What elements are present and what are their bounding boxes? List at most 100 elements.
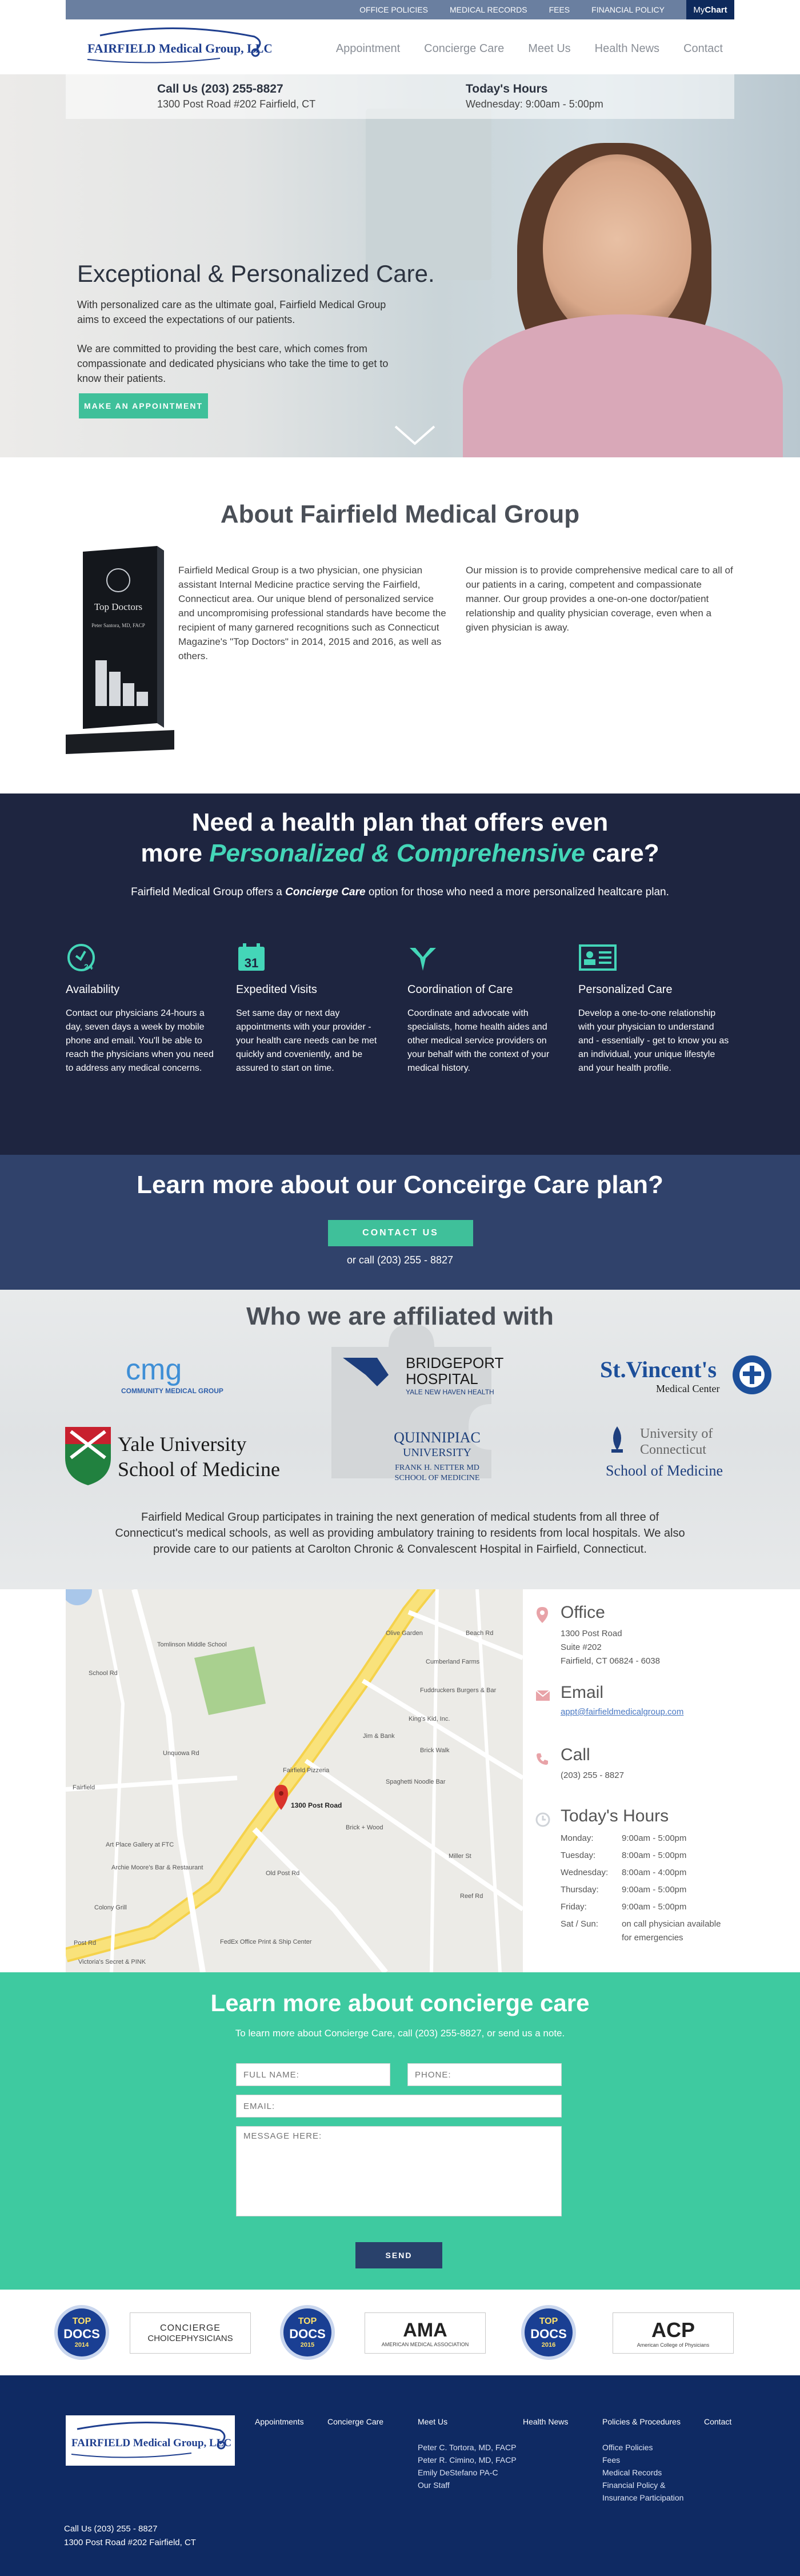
nav-concierge-care[interactable]: Concierge Care (424, 42, 504, 55)
footer-link-our-staff[interactable]: Our Staff (418, 2479, 517, 2491)
nav-meet-us[interactable]: Meet Us (528, 42, 570, 55)
about-text-left: Fairfield Medical Group is a two physici… (178, 565, 446, 661)
map-label-jim: Jim & Bank (363, 1733, 395, 1740)
phone-input[interactable] (407, 2063, 562, 2086)
hero-paragraph-2: We are committed to providing the best c… (77, 343, 389, 384)
hours-day: Tuesday: (561, 1851, 596, 1860)
bridgeport-line2: HOSPITAL (406, 1370, 478, 1387)
badge-year: 2015 (300, 2342, 315, 2348)
quinnipiac-logo[interactable]: QUINNIPIAC UNIVERSITY FRANK H. NETTER MD… (377, 1426, 497, 1489)
about-title: About Fairfield Medical Group (220, 500, 580, 528)
hours-time: 8:00am - 4:00pm (622, 1868, 687, 1877)
call-phone: (203) 255 - 8827 (561, 1770, 624, 1780)
main-nav: Appointment Concierge Care Meet Us Healt… (336, 42, 723, 55)
footer-link-policies[interactable]: Policies & Procedures (602, 2417, 681, 2426)
feature-desc: Coordinate and advocate with specialists… (407, 1008, 550, 1073)
mychart-button[interactable]: My Chart (686, 0, 734, 19)
email-input[interactable] (236, 2095, 562, 2118)
hero-hours-label: Today's Hours (466, 82, 548, 95)
concierge-choice-2: CHOICEPHYSICIANS (147, 2333, 233, 2343)
affiliations-title: Who we are affiliated with (246, 1302, 554, 1330)
feature-desc: Develop a one-to-one relationship with y… (578, 1008, 729, 1073)
message-textarea[interactable] (236, 2126, 562, 2216)
hero-paragraph-1: With personalized care as the ultimate g… (77, 299, 386, 325)
financial-policy-link[interactable]: FINANCIAL POLICY (591, 5, 665, 14)
footer-link-concierge[interactable]: Concierge Care (327, 2417, 383, 2426)
map-label-tomlinson: Tomlinson Middle School (157, 1641, 227, 1648)
svg-text:31: 31 (245, 956, 258, 970)
footer-col-health-news: Health News (523, 2417, 568, 2426)
hours-day: Thursday: (561, 1885, 599, 1895)
hours-time: on call physician available for emergenc… (622, 1919, 721, 1943)
office-policies-link[interactable]: OFFICE POLICIES (359, 5, 428, 14)
hero-photo-sweater (463, 314, 783, 457)
map-label-miller: Miller St (449, 1853, 471, 1860)
medical-records-link[interactable]: MEDICAL RECORDS (450, 5, 527, 14)
uconn-line2: Connecticut (640, 1442, 706, 1457)
footer-link-meet-us[interactable]: Meet Us (418, 2417, 447, 2426)
feature-title: Availability (66, 983, 120, 996)
map-label-fuddruckers: Fuddruckers Burgers & Bar (420, 1687, 497, 1694)
full-name-input[interactable] (236, 2063, 390, 2086)
footer-link-tortora[interactable]: Peter C. Tortora, MD, FACP (418, 2441, 517, 2454)
footer-link-financial-policy[interactable]: Financial Policy & Insurance Participati… (602, 2479, 699, 2504)
hours-row: Friday: 9:00am - 5:00pm (561, 1900, 726, 1914)
nav-health-news[interactable]: Health News (595, 42, 659, 55)
chevron-down-icon[interactable] (393, 424, 437, 447)
nav-appointment[interactable]: Appointment (336, 42, 400, 55)
map-label-colony: Colony Grill (94, 1904, 127, 1911)
hours-day: Sat / Sun: (561, 1919, 598, 1929)
bridgeport-hospital-logo[interactable]: BRIDGEPORT HOSPITAL YALE NEW HAVEN HEALT… (343, 1352, 514, 1398)
hero-call-label: Call Us (203) 255-8827 (157, 82, 283, 95)
send-button[interactable]: SEND (355, 2242, 442, 2268)
ama-logo: AMA AMERICAN MEDICAL ASSOCIATION (365, 2312, 486, 2354)
yale-logo[interactable]: Yale University School of Medicine (63, 1423, 297, 1486)
badge-docs: DOCS (530, 2327, 567, 2341)
mychart-bold: Chart (705, 5, 727, 15)
site-header: FAIRFIELD Medical Group, LLC Appointment… (66, 19, 734, 74)
fees-link[interactable]: FEES (549, 5, 570, 14)
make-appointment-button[interactable]: MAKE AN APPOINTMENT (79, 393, 208, 418)
footer-link-appointments[interactable]: Appointments (255, 2417, 304, 2426)
concierge-heading-pre: more (141, 839, 210, 867)
concierge-heading-post: care? (585, 839, 659, 867)
cmg-logo[interactable]: cmg COMMUNITY MEDICAL GROUP (120, 1352, 246, 1398)
svg-text:24: 24 (84, 962, 93, 971)
location-map[interactable]: Tomlinson Middle School Fairfield Art Pl… (66, 1589, 523, 1972)
top-doctors-award-image: Top Doctors Peter Santora, MD, FACP (66, 546, 174, 757)
hours-day: Friday: (561, 1902, 587, 1912)
hours-row: Tuesday: 8:00am - 5:00pm (561, 1849, 726, 1863)
top-docs-2014-badge: TOP DOCS 2014 (54, 2305, 109, 2360)
st-vincents-logo[interactable]: St.Vincent's Medical Center (600, 1352, 771, 1403)
feature-coordination-of-care: Coordination of Care Coordinate and advo… (407, 942, 559, 1075)
footer-link-contact[interactable]: Contact (704, 2417, 731, 2426)
nav-contact[interactable]: Contact (683, 42, 723, 55)
contact-us-button[interactable]: CONTACT US (328, 1220, 473, 1246)
footer-link-destefano[interactable]: Emily DeStefano PA-C (418, 2466, 517, 2479)
contact-info-panel: Office 1300 Post Road Suite #202 Fairfie… (523, 1589, 734, 1972)
hours-day: Wednesday: (561, 1868, 609, 1877)
footer-logo[interactable]: FAIRFIELD Medical Group, LLC (66, 2415, 235, 2466)
footer-link-health-news[interactable]: Health News (523, 2417, 568, 2426)
email-link[interactable]: appt@fairfieldmedicalgroup.com (561, 1707, 683, 1717)
map-label-brick-wood: Brick + Wood (346, 1824, 383, 1831)
footer-link-fees[interactable]: Fees (602, 2454, 699, 2466)
uconn-logo[interactable]: University of Connecticut School of Medi… (606, 1421, 737, 1484)
map-label-kings: King's Kid, Inc. (409, 1716, 450, 1722)
feature-desc: Set same day or next day appointments wi… (236, 1008, 377, 1073)
hours-row: Monday: 9:00am - 5:00pm (561, 1832, 726, 1845)
mychart-prefix: My (693, 5, 705, 15)
form-subtitle: To learn more about Concierge Care, call… (235, 2028, 565, 2039)
footer-link-office-policies[interactable]: Office Policies (602, 2441, 699, 2454)
footer-link-cimino[interactable]: Peter R. Cimino, MD, FACP (418, 2454, 517, 2466)
map-label-school-rd: School Rd (89, 1670, 118, 1677)
footer-col-meet-us: Meet Us Peter C. Tortora, MD, FACP Peter… (418, 2417, 517, 2491)
concierge-heading-line1: Need a health plan that offers even (191, 808, 609, 836)
site-logo[interactable]: FAIRFIELD Medical Group, LLC (83, 25, 273, 69)
map-label-fairfield: Fairfield (73, 1784, 95, 1791)
footer-link-medical-records[interactable]: Medical Records (602, 2466, 699, 2479)
yale-line2: School of Medicine (118, 1458, 280, 1481)
map-label-cumberland: Cumberland Farms (426, 1658, 480, 1665)
call-title: Call (561, 1745, 590, 1764)
concierge-subtext: Fairfield Medical Group offers a Concier… (0, 886, 800, 899)
